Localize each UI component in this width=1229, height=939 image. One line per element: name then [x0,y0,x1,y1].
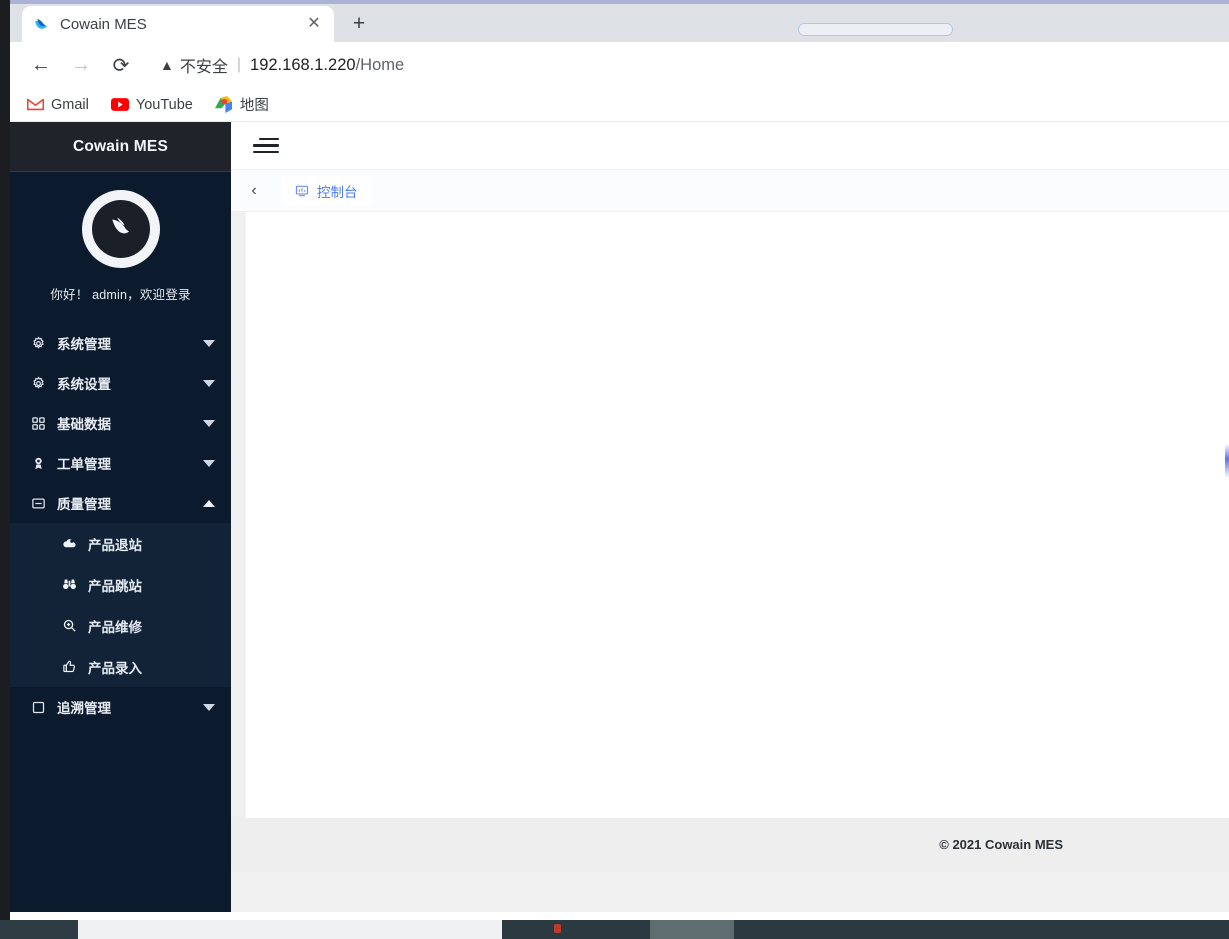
bookmark-label: YouTube [135,96,193,113]
avatar-inner [91,200,150,258]
new-tab-button[interactable]: + [344,10,374,38]
sidebar-subitem-product-repair[interactable]: 产品维修 [10,605,231,646]
app-sidebar: Cowain MES 你好！ admin，欢迎登录 系统管理 系统设置 基础数据… [10,122,231,912]
tab-label: 控制台 [317,184,358,200]
app-footer: © 2021 Cowain MES [231,818,1229,870]
taskbar-app-button-2[interactable] [650,920,734,939]
gmail-icon [26,96,44,114]
chevron-up-icon[interactable] [203,499,215,507]
bookmarks-bar: Gmail YouTube 地图 [10,88,1229,122]
right-panel-handle[interactable] [1225,444,1229,478]
tab-scroll-left-button[interactable]: ‹ [241,176,267,206]
square-icon [28,700,48,715]
sidebar-item-quality-management[interactable]: 质量管理 [10,483,231,523]
sidebar-item-system-management[interactable]: 系统管理 [10,323,231,363]
copyright-text: © 2021 Cowain MES [939,836,1063,852]
chevron-down-icon[interactable] [203,459,215,467]
maps-icon [215,96,233,114]
bookmark-maps[interactable]: 地图 [215,94,269,115]
wing-logo-icon [106,212,136,247]
page-viewport: Cowain MES 你好！ admin，欢迎登录 系统管理 系统设置 基础数据… [10,122,1229,912]
app-topbar [231,122,1229,170]
sidebar-item-label: 工单管理 [57,457,111,472]
browser-toolbar: ← → ⟳ ▲ 不安全 | 192.168.1.220/Home [10,42,1229,88]
os-taskbar [0,920,1229,939]
reload-button[interactable]: ⟳ [104,48,138,82]
warning-triangle-icon: ▲ [160,57,174,73]
url-path-text: /Home [355,55,405,74]
bookmark-youtube[interactable]: YouTube [110,96,193,114]
app-main: ‹ 控制台 © 2021 Cowain MES [231,122,1229,912]
address-bar[interactable]: ▲ 不安全 | 192.168.1.220/Home [160,48,1229,82]
close-icon[interactable]: ✕ [304,14,324,34]
sidebar-item-system-settings[interactable]: 系统设置 [10,363,231,403]
sidebar-item-traceability-management[interactable]: 追溯管理 [10,687,231,727]
sidebar-submenu-quality: 产品退站 产品跳站 产品维修 产品录入 [10,523,231,687]
bookmark-label: Gmail [51,96,89,113]
sidebar-item-label: 系统管理 [57,337,111,352]
chevron-down-icon[interactable] [203,419,215,427]
chevron-down-icon[interactable] [203,703,215,711]
url-host-text: 192.168.1.220 [250,55,356,74]
sidebar-subitem-label: 产品录入 [88,660,142,676]
hamburger-indent-icon[interactable] [253,133,279,159]
cloud-icon [60,536,78,551]
binoculars-icon [60,577,78,592]
sidebar-subitem-product-skip[interactable]: 产品跳站 [10,564,231,605]
sidebar-item-label: 追溯管理 [57,701,111,716]
sidebar-item-work-order-management[interactable]: 工单管理 [10,443,231,483]
desktop-left-gutter [0,0,10,920]
taskbar-start-button[interactable] [0,920,78,939]
award-icon [28,456,48,471]
sidebar-menu: 系统管理 系统设置 基础数据 工单管理 质量管理 产品退站 产品跳站 产品维修 … [10,315,231,727]
taskbar-app-indicator [554,924,561,933]
sidebar-subitem-label: 产品跳站 [88,578,142,594]
cowain-logo-icon [32,15,50,33]
omnibox-divider: | [236,56,242,73]
sidebar-item-label: 质量管理 [57,497,111,512]
sidebar-item-basic-data[interactable]: 基础数据 [10,403,231,443]
taskbar-window-button[interactable] [78,920,502,939]
sidebar-subitem-label: 产品维修 [88,619,142,635]
sidebar-item-label: 基础数据 [57,417,111,432]
bookmark-label: 地图 [239,98,269,114]
browser-tab-strip: Cowain MES ✕ + [10,0,1229,42]
bookmark-gmail[interactable]: Gmail [26,96,89,114]
browser-window: Cowain MES ✕ + ← → ⟳ ▲ 不安全 | 192.168.1.2… [10,0,1229,920]
sidebar-subitem-label: 产品退站 [88,537,142,553]
youtube-icon [110,96,129,114]
gear-icon [28,376,48,391]
app-brand-title: Cowain MES [72,137,168,155]
window-drag-handle[interactable] [798,23,953,36]
gear-icon [28,336,48,351]
monitor-icon [294,184,310,198]
sidebar-subitem-product-entry[interactable]: 产品录入 [10,646,231,687]
window-icon [28,496,48,511]
taskbar-tray[interactable] [734,920,1229,939]
forward-button[interactable]: → [64,48,98,82]
avatar[interactable] [81,190,160,268]
browser-tab[interactable]: Cowain MES ✕ [22,6,334,42]
back-button[interactable]: ← [24,48,58,82]
sidebar-header: Cowain MES [10,122,231,172]
app-content-area [245,212,1229,818]
thumbs-up-icon [60,659,78,674]
app-tab-bar: ‹ 控制台 [231,170,1229,212]
tab-console[interactable]: 控制台 [281,175,371,206]
search-icon [60,618,78,633]
browser-tab-title: Cowain MES [60,15,147,33]
taskbar-app-button[interactable] [502,920,650,939]
chevron-down-icon[interactable] [203,339,215,347]
security-status-text: 不安全 [179,59,228,76]
grid-icon [28,416,48,431]
chevron-down-icon[interactable] [203,379,215,387]
desktop: Cowain MES ✕ + ← → ⟳ ▲ 不安全 | 192.168.1.2… [0,0,1229,939]
sidebar-subitem-product-return[interactable]: 产品退站 [10,523,231,564]
sidebar-profile: 你好！ admin，欢迎登录 [10,172,231,315]
sidebar-item-label: 系统设置 [57,377,111,392]
greeting-text: 你好！ admin，欢迎登录 [50,288,191,302]
